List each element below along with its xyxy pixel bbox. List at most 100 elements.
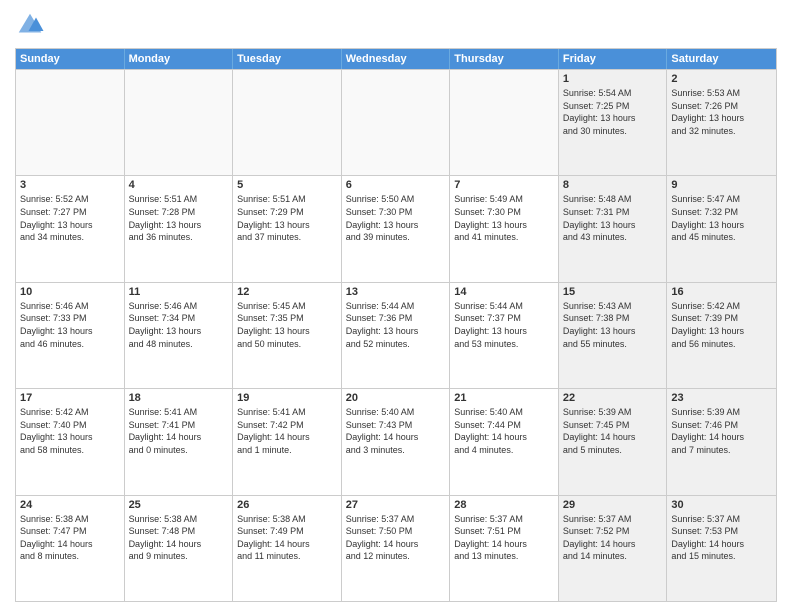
- cell-info: Sunrise: 5:38 AM Sunset: 7:49 PM Dayligh…: [237, 513, 337, 563]
- calendar-cell-3-0: 17 Sunrise: 5:42 AM Sunset: 7:40 PM Dayli…: [16, 389, 125, 494]
- day-number: 19: [237, 392, 337, 404]
- day-number: 22: [563, 392, 663, 404]
- cell-info: Sunrise: 5:46 AM Sunset: 7:33 PM Dayligh…: [20, 300, 120, 350]
- calendar-cell-2-6: 16Sunrise: 5:42 AM Sunset: 7:39 PM Dayli…: [667, 283, 776, 388]
- logo: [15, 10, 50, 40]
- header-day-sunday: Sunday: [16, 49, 125, 69]
- header-day-tuesday: Tuesday: [233, 49, 342, 69]
- cell-info: Sunrise: 5:41 AM Sunset: 7:41 PM Dayligh…: [129, 406, 229, 456]
- calendar-body: 1 Sunrise: 5:54 AM Sunset: 7:25 PM Daylig…: [16, 69, 776, 601]
- day-number: 26: [237, 499, 337, 511]
- day-number: 28: [454, 499, 554, 511]
- calendar-cell-3-2: 19 Sunrise: 5:41 AM Sunset: 7:42 PM Dayli…: [233, 389, 342, 494]
- day-number: 3: [20, 179, 120, 191]
- cell-info: Sunrise: 5:51 AM Sunset: 7:28 PM Dayligh…: [129, 193, 229, 243]
- cell-info: Sunrise: 5:40 AM Sunset: 7:44 PM Dayligh…: [454, 406, 554, 456]
- calendar-cell-0-2: [233, 70, 342, 175]
- cell-info: Sunrise: 5:45 AM Sunset: 7:35 PM Dayligh…: [237, 300, 337, 350]
- cell-info: Sunrise: 5:52 AM Sunset: 7:27 PM Dayligh…: [20, 193, 120, 243]
- calendar-cell-4-6: 30Sunrise: 5:37 AM Sunset: 7:53 PM Dayli…: [667, 496, 776, 601]
- day-number: 12: [237, 286, 337, 298]
- calendar-cell-2-5: 15Sunrise: 5:43 AM Sunset: 7:38 PM Dayli…: [559, 283, 668, 388]
- calendar-cell-0-1: [125, 70, 234, 175]
- day-number: 4: [129, 179, 229, 191]
- cell-info: Sunrise: 5:38 AM Sunset: 7:48 PM Dayligh…: [129, 513, 229, 563]
- cell-info: Sunrise: 5:50 AM Sunset: 7:30 PM Dayligh…: [346, 193, 446, 243]
- cell-info: Sunrise: 5:41 AM Sunset: 7:42 PM Dayligh…: [237, 406, 337, 456]
- calendar-cell-0-6: 2 Sunrise: 5:53 AM Sunset: 7:26 PM Daylig…: [667, 70, 776, 175]
- calendar-cell-1-0: 3 Sunrise: 5:52 AM Sunset: 7:27 PM Daylig…: [16, 176, 125, 281]
- cell-info: Sunrise: 5:37 AM Sunset: 7:53 PM Dayligh…: [671, 513, 772, 563]
- header: [15, 10, 777, 40]
- calendar-cell-3-4: 21 Sunrise: 5:40 AM Sunset: 7:44 PM Dayli…: [450, 389, 559, 494]
- calendar-cell-4-5: 29 Sunrise: 5:37 AM Sunset: 7:52 PM Dayli…: [559, 496, 668, 601]
- cell-info: Sunrise: 5:46 AM Sunset: 7:34 PM Dayligh…: [129, 300, 229, 350]
- day-number: 6: [346, 179, 446, 191]
- page: SundayMondayTuesdayWednesdayThursdayFrid…: [0, 0, 792, 612]
- calendar-cell-2-1: 11 Sunrise: 5:46 AM Sunset: 7:34 PM Dayli…: [125, 283, 234, 388]
- calendar-cell-0-5: 1 Sunrise: 5:54 AM Sunset: 7:25 PM Daylig…: [559, 70, 668, 175]
- calendar-row-2: 10Sunrise: 5:46 AM Sunset: 7:33 PM Dayli…: [16, 282, 776, 388]
- calendar-cell-3-5: 22 Sunrise: 5:39 AM Sunset: 7:45 PM Dayli…: [559, 389, 668, 494]
- cell-info: Sunrise: 5:54 AM Sunset: 7:25 PM Dayligh…: [563, 87, 663, 137]
- cell-info: Sunrise: 5:53 AM Sunset: 7:26 PM Dayligh…: [671, 87, 772, 137]
- day-number: 5: [237, 179, 337, 191]
- calendar-cell-1-1: 4 Sunrise: 5:51 AM Sunset: 7:28 PM Daylig…: [125, 176, 234, 281]
- calendar-cell-1-6: 9 Sunrise: 5:47 AM Sunset: 7:32 PM Daylig…: [667, 176, 776, 281]
- header-day-monday: Monday: [125, 49, 234, 69]
- calendar-cell-3-3: 20 Sunrise: 5:40 AM Sunset: 7:43 PM Dayli…: [342, 389, 451, 494]
- cell-info: Sunrise: 5:38 AM Sunset: 7:47 PM Dayligh…: [20, 513, 120, 563]
- header-day-wednesday: Wednesday: [342, 49, 451, 69]
- cell-info: Sunrise: 5:49 AM Sunset: 7:30 PM Dayligh…: [454, 193, 554, 243]
- calendar-cell-2-0: 10Sunrise: 5:46 AM Sunset: 7:33 PM Dayli…: [16, 283, 125, 388]
- day-number: 17: [20, 392, 120, 404]
- calendar-cell-2-4: 14 Sunrise: 5:44 AM Sunset: 7:37 PM Dayli…: [450, 283, 559, 388]
- cell-info: Sunrise: 5:51 AM Sunset: 7:29 PM Dayligh…: [237, 193, 337, 243]
- day-number: 8: [563, 179, 663, 191]
- calendar-cell-2-3: 13 Sunrise: 5:44 AM Sunset: 7:36 PM Dayli…: [342, 283, 451, 388]
- calendar-cell-3-6: 23Sunrise: 5:39 AM Sunset: 7:46 PM Dayli…: [667, 389, 776, 494]
- day-number: 13: [346, 286, 446, 298]
- day-number: 24: [20, 499, 120, 511]
- calendar-row-0: 1 Sunrise: 5:54 AM Sunset: 7:25 PM Daylig…: [16, 69, 776, 175]
- day-number: 7: [454, 179, 554, 191]
- cell-info: Sunrise: 5:40 AM Sunset: 7:43 PM Dayligh…: [346, 406, 446, 456]
- cell-info: Sunrise: 5:44 AM Sunset: 7:37 PM Dayligh…: [454, 300, 554, 350]
- calendar-cell-0-4: [450, 70, 559, 175]
- day-number: 18: [129, 392, 229, 404]
- day-number: 21: [454, 392, 554, 404]
- cell-info: Sunrise: 5:48 AM Sunset: 7:31 PM Dayligh…: [563, 193, 663, 243]
- day-number: 23: [671, 392, 772, 404]
- cell-info: Sunrise: 5:44 AM Sunset: 7:36 PM Dayligh…: [346, 300, 446, 350]
- calendar-cell-2-2: 12 Sunrise: 5:45 AM Sunset: 7:35 PM Dayli…: [233, 283, 342, 388]
- calendar-cell-0-3: [342, 70, 451, 175]
- cell-info: Sunrise: 5:42 AM Sunset: 7:40 PM Dayligh…: [20, 406, 120, 456]
- header-day-friday: Friday: [559, 49, 668, 69]
- calendar-cell-4-2: 26 Sunrise: 5:38 AM Sunset: 7:49 PM Dayli…: [233, 496, 342, 601]
- calendar-cell-4-0: 24 Sunrise: 5:38 AM Sunset: 7:47 PM Dayli…: [16, 496, 125, 601]
- day-number: 11: [129, 286, 229, 298]
- day-number: 25: [129, 499, 229, 511]
- calendar-cell-1-4: 7 Sunrise: 5:49 AM Sunset: 7:30 PM Daylig…: [450, 176, 559, 281]
- day-number: 9: [671, 179, 772, 191]
- cell-info: Sunrise: 5:37 AM Sunset: 7:51 PM Dayligh…: [454, 513, 554, 563]
- calendar-row-1: 3 Sunrise: 5:52 AM Sunset: 7:27 PM Daylig…: [16, 175, 776, 281]
- calendar-cell-3-1: 18 Sunrise: 5:41 AM Sunset: 7:41 PM Dayli…: [125, 389, 234, 494]
- day-number: 14: [454, 286, 554, 298]
- calendar-cell-1-2: 5 Sunrise: 5:51 AM Sunset: 7:29 PM Daylig…: [233, 176, 342, 281]
- day-number: 1: [563, 73, 663, 85]
- day-number: 2: [671, 73, 772, 85]
- calendar-header: SundayMondayTuesdayWednesdayThursdayFrid…: [16, 49, 776, 69]
- day-number: 29: [563, 499, 663, 511]
- calendar-row-4: 24 Sunrise: 5:38 AM Sunset: 7:47 PM Dayli…: [16, 495, 776, 601]
- logo-icon: [15, 10, 45, 40]
- header-day-thursday: Thursday: [450, 49, 559, 69]
- cell-info: Sunrise: 5:37 AM Sunset: 7:50 PM Dayligh…: [346, 513, 446, 563]
- calendar-cell-4-3: 27Sunrise: 5:37 AM Sunset: 7:50 PM Dayli…: [342, 496, 451, 601]
- cell-info: Sunrise: 5:39 AM Sunset: 7:45 PM Dayligh…: [563, 406, 663, 456]
- cell-info: Sunrise: 5:47 AM Sunset: 7:32 PM Dayligh…: [671, 193, 772, 243]
- day-number: 20: [346, 392, 446, 404]
- cell-info: Sunrise: 5:37 AM Sunset: 7:52 PM Dayligh…: [563, 513, 663, 563]
- calendar-cell-4-1: 25 Sunrise: 5:38 AM Sunset: 7:48 PM Dayli…: [125, 496, 234, 601]
- calendar: SundayMondayTuesdayWednesdayThursdayFrid…: [15, 48, 777, 602]
